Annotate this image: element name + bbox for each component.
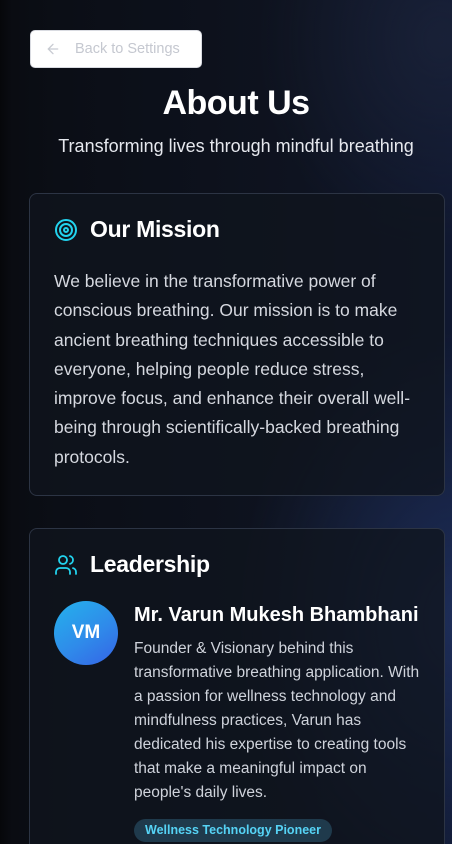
mission-title: Our Mission bbox=[90, 216, 220, 242]
back-to-settings-label: Back to Settings bbox=[75, 41, 180, 57]
arrow-left-icon bbox=[45, 41, 61, 57]
leadership-header: Leadership bbox=[54, 551, 210, 578]
mission-header: Our Mission bbox=[54, 216, 220, 243]
page-subtitle: Transforming lives through mindful breat… bbox=[58, 136, 414, 156]
leader-role-badge: Wellness Technology Pioneer bbox=[134, 819, 332, 842]
leader-bio: Founder & Visionary behind this transfor… bbox=[134, 640, 420, 801]
target-icon bbox=[54, 218, 78, 242]
avatar: VM bbox=[54, 601, 118, 665]
back-to-settings-button[interactable]: Back to Settings bbox=[30, 30, 202, 68]
leader-name: Mr. Varun Mukesh Bhambhani bbox=[134, 604, 419, 626]
mission-text: We believe in the transformative power o… bbox=[54, 271, 411, 467]
leadership-card: Leadership VM Mr. Varun Mukesh Bhambhani… bbox=[29, 528, 445, 844]
leadership-title: Leadership bbox=[90, 551, 210, 577]
users-icon bbox=[54, 553, 78, 577]
mission-card: Our Mission We believe in the transforma… bbox=[29, 193, 445, 496]
page-title: About Us bbox=[162, 84, 310, 122]
